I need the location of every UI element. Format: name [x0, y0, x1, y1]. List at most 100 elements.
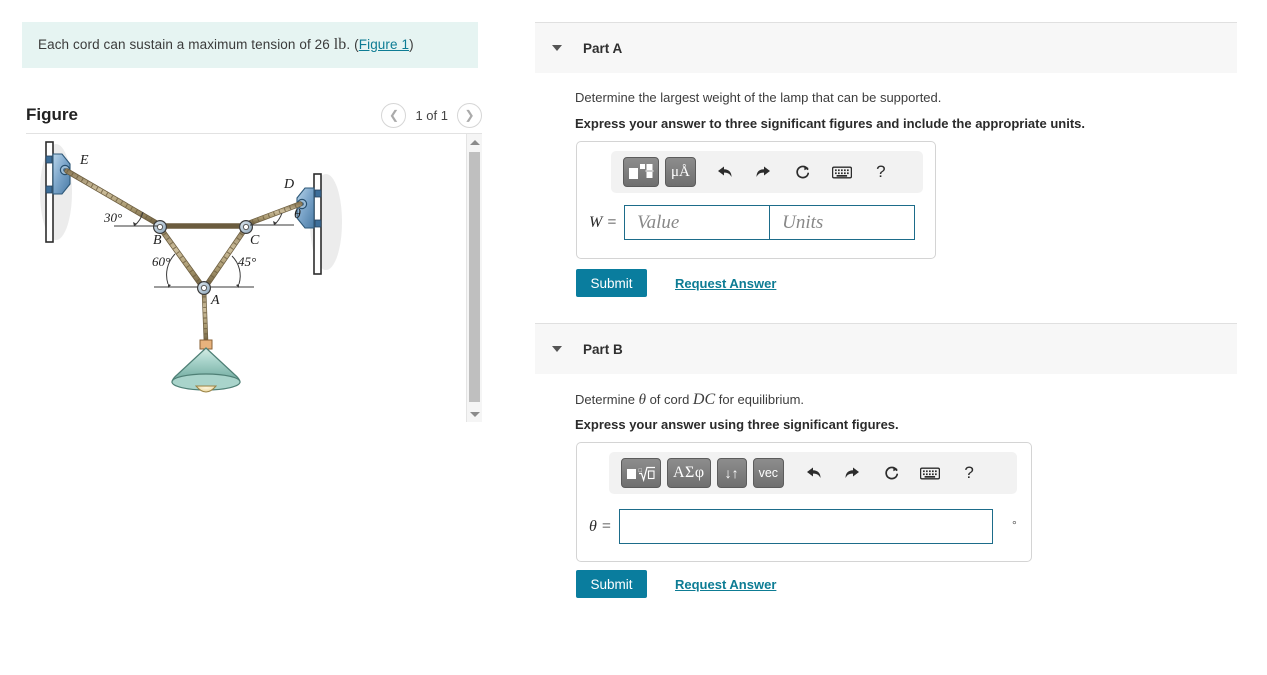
reset-button[interactable]: [788, 157, 818, 187]
subscript-superscript-button[interactable]: ↓↑: [716, 458, 747, 488]
part-b-prompt-middle: of cord: [645, 392, 693, 407]
greek-letters-button[interactable]: ΑΣφ: [667, 458, 711, 488]
scroll-up-button[interactable]: [467, 134, 482, 150]
cord-CD: [244, 201, 303, 227]
joint-C: [239, 219, 254, 234]
part-b-math-toolbar: □ ΑΣφ ↓↑ vec ?: [609, 452, 1017, 494]
part-b-header[interactable]: Part B: [535, 323, 1237, 374]
math-template-button[interactable]: [623, 157, 659, 187]
keyboard-icon: [831, 166, 852, 178]
label-angle-45: 45°: [238, 254, 256, 269]
chevron-right-icon: ❯: [464, 108, 475, 122]
figure-scrollbar[interactable]: [466, 134, 482, 422]
keyboard-icon: [920, 467, 941, 479]
scroll-down-button[interactable]: [467, 406, 482, 422]
figure-panel: E D B C A θ 30° 60° 45°: [26, 134, 482, 422]
part-b-submit-row: Submit Request Answer: [576, 570, 776, 598]
paren-close: ): [409, 36, 414, 52]
label-C: C: [250, 233, 260, 248]
units-button-label: μÅ: [671, 163, 690, 180]
label-A: A: [210, 293, 220, 308]
undo-button[interactable]: [710, 157, 740, 187]
figure-title: Figure: [26, 105, 78, 124]
figure-prev-button[interactable]: ❮: [381, 102, 407, 128]
help-button-label: ?: [964, 463, 974, 482]
part-b-prompt-before: Determine: [575, 392, 639, 407]
figure-next-button[interactable]: ❯: [457, 102, 482, 128]
part-a-answer-row: W = Value Units: [589, 205, 916, 240]
help-button[interactable]: ?: [866, 157, 896, 187]
theta-input[interactable]: [618, 509, 993, 544]
undo-icon: [718, 166, 732, 177]
help-button[interactable]: ?: [954, 458, 984, 488]
part-a-variable-label: W =: [589, 213, 618, 231]
label-theta: θ: [294, 207, 301, 222]
redo-icon: [756, 166, 771, 177]
cord-A-lamp: [201, 288, 209, 345]
part-b-answer-row: θ =: [589, 509, 993, 544]
problem-separator: .: [346, 36, 351, 52]
reset-icon: [884, 466, 898, 479]
part-a-submit-row: Submit Request Answer: [576, 269, 776, 297]
part-a-label: Part A: [583, 40, 623, 56]
keyboard-button[interactable]: [827, 157, 857, 187]
part-b-prompt: Determine θ of cord DC for equilibrium.: [575, 391, 804, 409]
answer-column: Part A Determine the largest weight of t…: [535, 0, 1267, 675]
undo-icon: [806, 467, 821, 478]
nth-root-template-button[interactable]: □: [621, 458, 661, 488]
part-b-variable-label: θ =: [589, 517, 612, 535]
lamp-bulb: [194, 385, 218, 393]
problem-text-before: Each cord can sustain a maximum tension …: [38, 36, 330, 52]
part-a-header[interactable]: Part A: [535, 22, 1237, 73]
label-angle-60: 60°: [152, 254, 170, 269]
keyboard-button[interactable]: [915, 458, 945, 488]
scrollbar-thumb[interactable]: [469, 152, 480, 402]
caret-down-icon: [552, 346, 562, 352]
label-D: D: [283, 177, 294, 192]
reset-icon: [796, 165, 810, 178]
part-a-request-answer-link[interactable]: Request Answer: [675, 276, 776, 291]
part-a-prompt: Determine the largest weight of the lamp…: [575, 90, 942, 105]
nth-root-icon: □: [627, 466, 655, 482]
template-icon: [629, 164, 654, 179]
units-input[interactable]: Units: [769, 205, 916, 240]
undo-button[interactable]: [798, 458, 828, 488]
part-a-math-toolbar: μÅ ?: [611, 151, 923, 193]
caret-down-icon: [552, 45, 562, 51]
part-b-instruction: Express your answer using three signific…: [575, 417, 899, 432]
redo-button[interactable]: [837, 458, 867, 488]
figure-1-link[interactable]: Figure 1: [359, 37, 409, 52]
part-b-prompt-after: for equilibrium.: [715, 392, 805, 407]
figure-counter: 1 of 1: [415, 107, 448, 123]
label-angle-30: 30°: [103, 210, 122, 225]
part-a-instruction: Express your answer to three significant…: [575, 116, 1085, 131]
part-b-label: Part B: [583, 341, 623, 357]
greek-letters-label: ΑΣφ: [673, 464, 705, 481]
part-b-answer-box: □ ΑΣφ ↓↑ vec ? θ = °: [576, 442, 1032, 562]
reset-button[interactable]: [876, 458, 906, 488]
problem-unit: lb: [333, 35, 347, 53]
joint-B: [152, 219, 167, 234]
part-b-submit-button[interactable]: Submit: [576, 570, 647, 598]
value-input[interactable]: Value: [624, 205, 771, 240]
part-b-prompt-cord: DC: [692, 391, 716, 408]
joint-A: [197, 281, 212, 296]
statics-diagram: E D B C A θ 30° 60° 45°: [40, 141, 342, 393]
vector-button[interactable]: vec: [752, 458, 785, 488]
part-a-submit-button[interactable]: Submit: [576, 269, 647, 297]
redo-icon: [845, 467, 859, 478]
degree-unit-label: °: [1012, 518, 1017, 532]
figure-column: Each cord can sustain a maximum tension …: [0, 0, 510, 675]
figure-navigation: ❮ 1 of 1 ❯: [381, 102, 482, 128]
units-button[interactable]: μÅ: [665, 157, 696, 187]
subscript-superscript-label: ↓↑: [724, 465, 739, 481]
part-a-answer-box: μÅ ? W = Value Units: [576, 141, 936, 259]
problem-statement-text: Each cord can sustain a maximum tension …: [22, 35, 414, 56]
help-button-label: ?: [876, 162, 886, 181]
redo-button[interactable]: [749, 157, 779, 187]
part-b-request-answer-link[interactable]: Request Answer: [675, 577, 776, 592]
figure-header: Figure ❮ 1 of 1 ❯: [26, 98, 482, 132]
triangle-down-icon: [469, 411, 480, 417]
label-B: B: [153, 233, 162, 248]
problem-statement-banner: Each cord can sustain a maximum tension …: [22, 22, 478, 68]
